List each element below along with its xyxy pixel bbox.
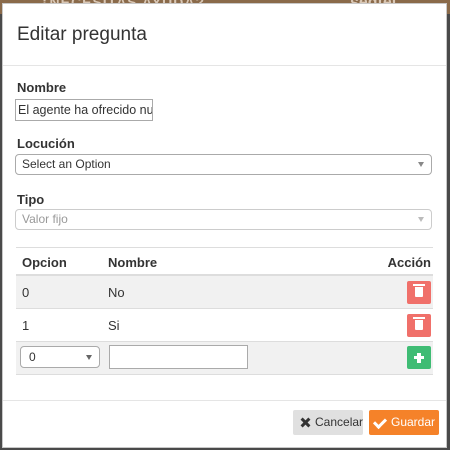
tipo-label: Tipo — [17, 192, 45, 207]
row-opcion: 1 — [22, 318, 30, 333]
options-table: Opcion Nombre Acción 0 No 1 Si 0 — [16, 247, 433, 375]
modal-body: Nombre El agente ha ofrecido nu Locución… — [3, 66, 446, 401]
nombre-input[interactable]: El agente ha ofrecido nu — [15, 99, 153, 121]
cancel-button-label: Cancelar — [315, 415, 364, 429]
locucion-label: Locución — [17, 136, 75, 151]
new-option-row: 0 — [16, 342, 433, 375]
new-opcion-value: 0 — [29, 350, 36, 364]
modal-header: Editar pregunta — [3, 4, 446, 66]
caret-down-icon — [418, 217, 424, 222]
caret-down-icon — [86, 355, 92, 360]
new-opcion-select[interactable]: 0 — [20, 346, 100, 368]
header-accion: Acción — [387, 255, 431, 270]
header-opcion: Opcion — [22, 255, 67, 270]
row-nombre: No — [108, 285, 125, 300]
table-row: 0 No — [16, 276, 433, 309]
row-nombre: Si — [108, 318, 120, 333]
save-button-label: Guardar — [391, 415, 436, 429]
nombre-label: Nombre — [17, 80, 67, 95]
locucion-select-value: Select an Option — [22, 157, 111, 171]
check-icon — [372, 414, 388, 430]
header-nombre: Nombre — [108, 255, 158, 270]
locucion-select[interactable]: Select an Option — [15, 154, 432, 175]
delete-row-button[interactable] — [407, 314, 431, 337]
add-row-button[interactable] — [407, 346, 431, 369]
close-icon — [300, 417, 311, 428]
save-button[interactable]: Guardar — [369, 410, 439, 435]
tipo-select-value: Valor fijo — [22, 212, 68, 226]
table-row: 1 Si — [16, 309, 433, 342]
trash-icon — [413, 284, 425, 297]
table-header: Opcion Nombre Acción — [16, 248, 433, 276]
plus-icon-stroke — [417, 353, 421, 363]
caret-down-icon — [418, 162, 424, 167]
tipo-select[interactable]: Valor fijo — [15, 209, 432, 230]
new-nombre-input[interactable] — [109, 345, 248, 369]
trash-icon — [413, 317, 425, 330]
modal-title: Editar pregunta — [17, 23, 147, 45]
delete-row-button[interactable] — [407, 281, 431, 304]
row-opcion: 0 — [22, 285, 30, 300]
modal-footer: Cancelar Guardar — [3, 401, 446, 447]
edit-question-modal: Editar pregunta Nombre El agente ha ofre… — [2, 3, 447, 448]
cancel-button[interactable]: Cancelar — [293, 410, 363, 435]
